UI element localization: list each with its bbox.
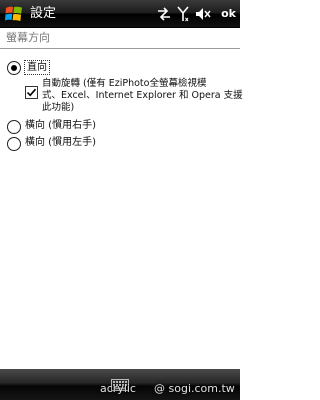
title-bar: 設定 ok [0, 0, 240, 28]
watermark-right: @ sogi.com.tw [154, 382, 235, 395]
ok-button[interactable]: ok [221, 7, 236, 21]
auto-rotate-label-line: 此功能) [42, 102, 75, 113]
landscape-left-label[interactable]: 橫向 (慣用左手) [25, 136, 96, 149]
portrait-label[interactable]: 直向 [24, 60, 50, 75]
landscape-left-radio[interactable] [7, 137, 21, 151]
landscape-right-label[interactable]: 橫向 (慣用右手) [25, 119, 96, 132]
portrait-radio[interactable] [7, 61, 21, 75]
volume-muted-icon[interactable] [195, 7, 211, 21]
section-header: 螢幕方向 [6, 31, 50, 44]
signal-antenna-icon[interactable] [177, 6, 189, 22]
window-title: 設定 [30, 6, 57, 21]
connectivity-arrows-icon[interactable] [157, 7, 171, 21]
auto-rotate-label-line: 式、Excel、Internet Explorer 和 Opera 支援 [42, 90, 243, 101]
watermark-left: acrylic [100, 382, 136, 395]
windows-start-icon[interactable] [4, 4, 24, 24]
section-divider [0, 48, 240, 49]
landscape-right-radio[interactable] [7, 120, 21, 134]
auto-rotate-label-line: 自動旋轉 (僅有 EziPhoto全螢幕檢視模 [42, 78, 207, 89]
status-icons: ok [151, 4, 236, 24]
auto-rotate-checkbox[interactable] [25, 86, 38, 99]
auto-rotate-label[interactable]: 自動旋轉 (僅有 EziPhoto全螢幕檢視模 式、Excel、Internet… [42, 78, 243, 114]
checkmark-icon [26, 88, 37, 97]
